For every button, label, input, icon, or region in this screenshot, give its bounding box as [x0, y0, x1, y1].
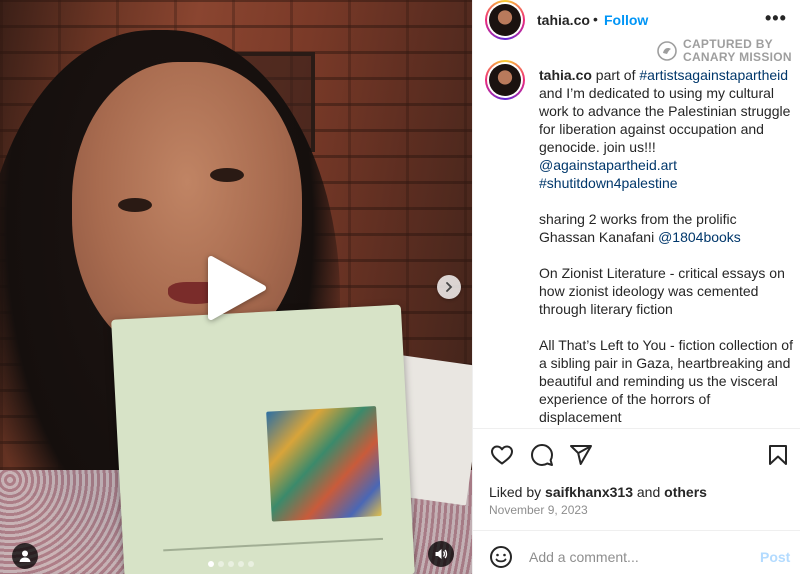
slide-dot	[208, 561, 214, 567]
tagged-users-button[interactable]	[12, 543, 38, 569]
heart-icon	[491, 445, 513, 465]
save-button[interactable]	[765, 442, 791, 468]
hashtag-link[interactable]: #shutitdown4palestine	[539, 175, 678, 191]
slide-dot	[218, 561, 224, 567]
bookmark-icon	[769, 445, 787, 465]
chevron-right-icon	[446, 282, 453, 292]
caption-paragraph: All That’s Left to You - fiction collect…	[539, 337, 793, 425]
caption-intro: part of	[595, 67, 636, 83]
caption-text: tahia.co part of #artistsagainstaparthei…	[539, 66, 795, 426]
post-details-panel: tahia.co • Follow ••• CAPTURED BY CANARY…	[472, 0, 800, 574]
like-button[interactable]	[489, 442, 515, 468]
divider	[473, 530, 800, 531]
caption-paragraph: On Zionist Literature - critical essays …	[539, 265, 785, 317]
emoji-icon	[490, 546, 512, 568]
post-header: tahia.co • Follow •••	[473, 0, 800, 40]
caption-username[interactable]: tahia.co	[539, 67, 592, 83]
post-comment-button[interactable]: Post	[760, 549, 790, 565]
divider	[473, 428, 800, 429]
person-eye-right	[210, 168, 244, 182]
hashtag-link[interactable]: #artistsagainstapartheid	[639, 67, 788, 83]
header-username[interactable]: tahia.co	[537, 12, 590, 28]
mention-link[interactable]: @1804books	[658, 229, 741, 245]
play-button[interactable]	[196, 248, 276, 328]
comment-icon	[531, 444, 553, 466]
more-options-button[interactable]: •••	[765, 8, 787, 29]
book-title-line	[163, 537, 384, 560]
user-tag-icon	[19, 550, 31, 562]
avatar[interactable]	[485, 0, 525, 40]
play-icon	[208, 256, 266, 320]
post-caption: tahia.co part of #artistsagainstaparthei…	[473, 56, 800, 428]
post-media[interactable]	[0, 0, 472, 574]
emoji-button[interactable]	[489, 545, 515, 571]
person-eye-left	[118, 198, 152, 212]
slide-dot	[238, 561, 244, 567]
audio-icon	[435, 549, 448, 559]
slide-dot	[248, 561, 254, 567]
next-slide-button[interactable]	[437, 275, 461, 299]
slide-dot	[228, 561, 234, 567]
liked-by-others-link[interactable]: others	[664, 484, 707, 500]
share-icon	[570, 445, 592, 465]
header-separator: •	[593, 11, 598, 27]
comment-input[interactable]	[529, 547, 749, 567]
post-date[interactable]: November 9, 2023	[489, 503, 588, 517]
audio-toggle-button[interactable]	[428, 541, 454, 567]
liked-by-text: Liked by saifkhanx313 and others	[489, 484, 707, 500]
held-book	[111, 304, 415, 574]
book-cover-art	[266, 406, 382, 522]
slide-indicator	[208, 561, 254, 567]
mention-link[interactable]: @againstapartheid.art	[539, 157, 677, 173]
caption-avatar[interactable]	[485, 60, 525, 100]
share-button[interactable]	[568, 442, 594, 468]
comment-button[interactable]	[529, 442, 555, 468]
action-bar	[473, 438, 800, 470]
caption-body-text: and I’m dedicated to using my cultural w…	[539, 85, 791, 155]
follow-button[interactable]: Follow	[604, 12, 648, 28]
liked-by-user-link[interactable]: saifkhanx313	[545, 484, 633, 500]
